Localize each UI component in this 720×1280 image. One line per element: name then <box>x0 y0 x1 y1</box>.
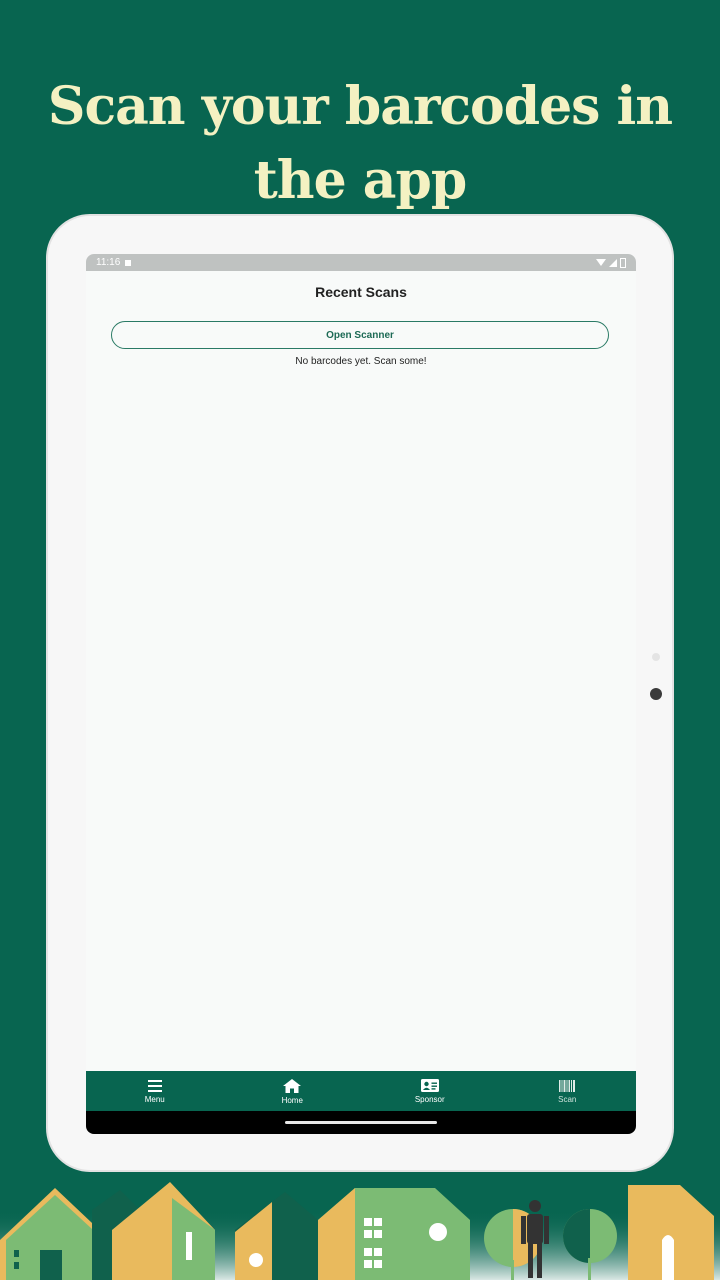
promo-headline: Scan your barcodes in the app <box>0 70 720 218</box>
headline-line-1: Scan your barcodes in <box>47 76 673 137</box>
battery-icon <box>620 257 626 268</box>
system-gesture-bar <box>86 1111 636 1134</box>
notification-icon <box>125 259 132 266</box>
nav-label-home: Home <box>281 1095 303 1105</box>
tablet-camera-lens <box>650 688 662 700</box>
town-skyline-illustration <box>0 1182 720 1280</box>
status-bar: 11:16 <box>86 254 636 271</box>
page-title: Recent Scans <box>315 284 407 300</box>
status-time: 11:16 <box>96 257 121 268</box>
tablet-sensor-dot <box>652 653 660 661</box>
nav-label-menu: Menu <box>144 1094 165 1104</box>
gesture-handle[interactable] <box>285 1121 437 1124</box>
menu-icon <box>147 1079 162 1092</box>
headline-line-2: the app <box>253 150 467 211</box>
home-icon <box>283 1078 302 1093</box>
nav-label-sponsor: Sponsor <box>414 1095 445 1104</box>
nav-item-home[interactable]: Home <box>224 1071 362 1111</box>
nav-item-menu[interactable]: Menu <box>86 1071 224 1111</box>
nav-label-scan: Scan <box>558 1094 577 1104</box>
bottom-navigation: Menu Home Sponsor Scan <box>86 1071 636 1111</box>
id-card-icon <box>420 1079 439 1092</box>
open-scanner-button[interactable]: Open Scanner <box>111 321 609 349</box>
wifi-icon <box>596 259 606 266</box>
nav-item-scan[interactable]: Scan <box>499 1071 637 1111</box>
empty-state-message: No barcodes yet. Scan some! <box>295 356 427 367</box>
signal-icon <box>609 258 617 267</box>
nav-item-sponsor[interactable]: Sponsor <box>361 1071 499 1111</box>
barcode-icon <box>559 1079 576 1092</box>
app-screen: 11:16 Recent Scans Open Scanner No barco… <box>86 254 636 1134</box>
